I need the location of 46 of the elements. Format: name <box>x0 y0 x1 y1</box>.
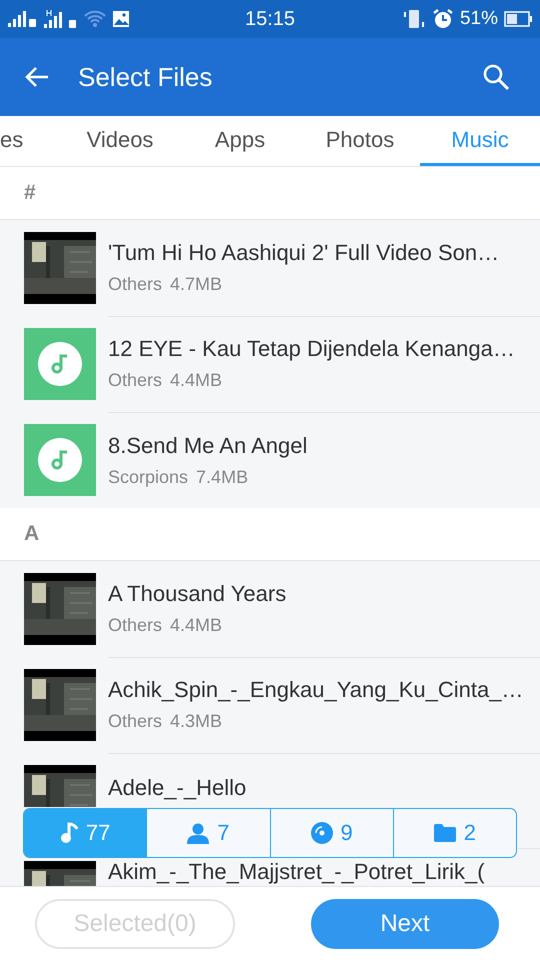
file-artist: Others <box>108 370 162 391</box>
music-note-icon <box>60 822 78 844</box>
image-icon <box>112 10 130 28</box>
battery-percent: 51% <box>460 8 498 30</box>
music-file-icon <box>24 328 96 400</box>
vibrate-icon <box>402 9 426 29</box>
filter-button[interactable]: 77 <box>24 809 146 857</box>
file-name: A Thousand Years <box>108 581 288 607</box>
music-file-icon <box>24 424 96 496</box>
category-tab[interactable]: Photos <box>300 116 420 166</box>
category-tab[interactable]: Apps <box>180 116 300 166</box>
alarm-icon <box>432 8 454 30</box>
disc-icon <box>310 822 332 844</box>
filter-button[interactable]: 7 <box>146 809 270 857</box>
file-name: 8.Send Me An Angel <box>108 432 308 458</box>
filter-button[interactable]: 2 <box>392 809 516 857</box>
file-size: 4.3MB <box>170 711 222 732</box>
file-name: Achik_Spin_-_Engkau_Yang_Ku_Cinta_… <box>108 677 524 703</box>
category-tab[interactable]: es <box>0 116 60 166</box>
clock-time: 15:15 <box>244 8 296 30</box>
search-icon <box>482 63 510 91</box>
next-button[interactable]: Next <box>311 898 499 948</box>
signal-icon <box>8 11 38 27</box>
file-size: 4.7MB <box>170 274 222 295</box>
file-artist: Others <box>108 274 162 295</box>
folder-icon <box>434 824 456 842</box>
file-size: 4.4MB <box>170 370 222 391</box>
filter-button[interactable]: 9 <box>270 809 393 857</box>
wifi-icon <box>84 10 106 28</box>
category-tab[interactable]: Videos <box>60 116 180 166</box>
file-name: 'Tum Hi Ho Aashiqui 2' Full Video Son… <box>108 240 500 266</box>
battery-icon <box>504 11 532 27</box>
file-artist: Others <box>108 615 162 636</box>
section-header: # <box>24 181 36 205</box>
file-size: 7.4MB <box>196 466 248 488</box>
file-size: 4.4MB <box>170 615 222 636</box>
file-name: 12 EYE - Kau Tetap Dijendela Kenanga… <box>108 336 516 362</box>
screen-title: Select Files <box>78 62 212 92</box>
section-header: A <box>24 522 40 546</box>
person-icon <box>187 822 210 844</box>
back-arrow-icon <box>24 66 50 88</box>
file-artist: Scorpions <box>108 466 188 488</box>
file-name: Adele_-_Hello <box>108 775 248 801</box>
file-artist: Others <box>108 711 162 732</box>
file-name: Akim_-_The_Majjstret_-_Potret_Lirik_( <box>108 859 486 885</box>
signal-icon <box>44 10 78 28</box>
